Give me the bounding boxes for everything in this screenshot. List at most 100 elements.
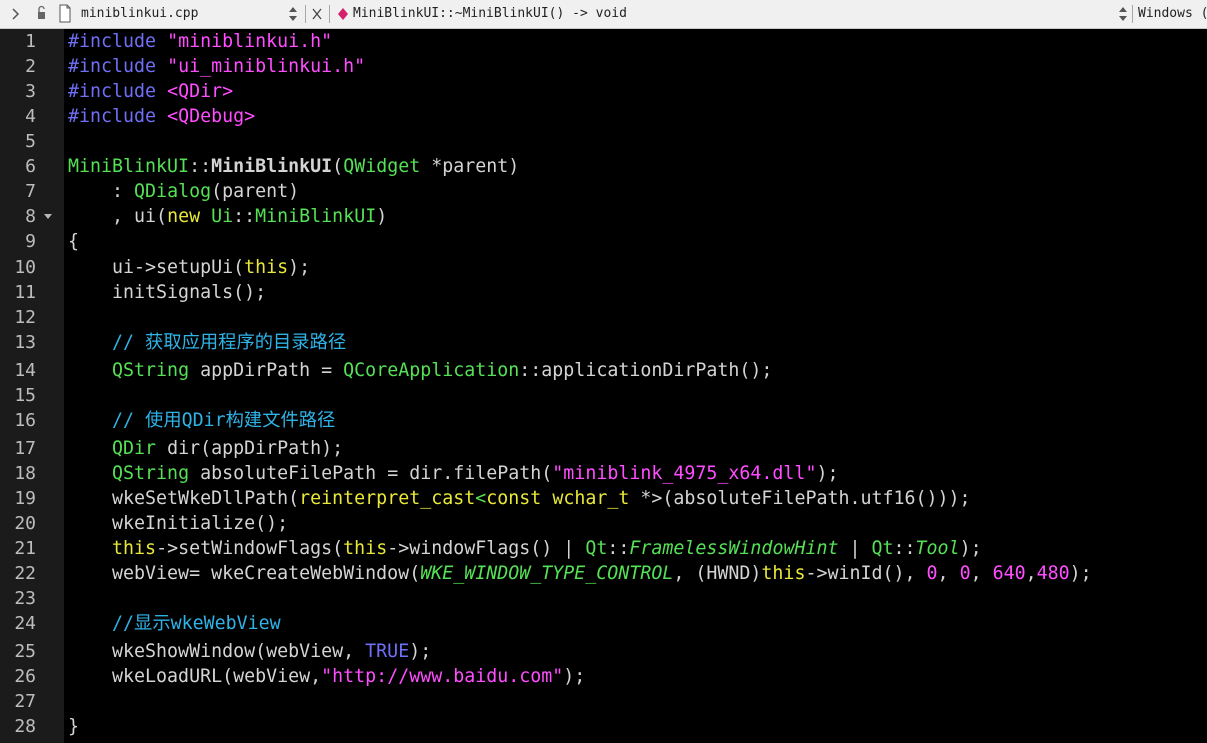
line-number: 8 <box>25 206 36 227</box>
code-line: QString absoluteFilePath = dir.filePath(… <box>68 461 838 486</box>
updown-icon[interactable] <box>288 0 300 28</box>
code-token: wchar_t <box>552 488 630 509</box>
code-token: this <box>343 538 388 559</box>
code-token: Qt <box>585 538 608 559</box>
symbol-selector[interactable]: MiniBlinkUI::~MiniBlinkUI() -> void <box>353 0 1053 28</box>
code-token: Qt <box>871 538 894 559</box>
code-token: WKE_WINDOW_TYPE_CONTROL <box>420 563 674 584</box>
code-comment: // 使用QDir构建文件路径 <box>68 410 336 431</box>
code-comment: //显示wkeWebView <box>68 613 281 634</box>
symbol-diamond-icon <box>337 0 349 28</box>
code-token: <QDebug> <box>167 106 256 127</box>
chevron-right-icon[interactable] <box>11 0 23 28</box>
code-token: wkeLoadURL(webView, <box>68 666 322 687</box>
code-token: ); <box>1069 563 1092 584</box>
line-number: 20 <box>14 513 36 534</box>
line-number: 23 <box>14 588 36 609</box>
code-token: this <box>761 563 806 584</box>
code-token: ); <box>816 463 839 484</box>
code-token: ); <box>409 641 432 662</box>
close-icon[interactable] <box>311 0 323 28</box>
code-token: QWidget <box>343 156 421 177</box>
code-line: QString appDirPath = QCoreApplication::a… <box>68 358 772 383</box>
code-token: #include <box>68 81 157 102</box>
code-token: #include <box>68 106 157 127</box>
updown-icon[interactable] <box>1118 0 1130 28</box>
code-token: 640 <box>992 563 1026 584</box>
code-token: this <box>244 257 289 278</box>
code-token: :: <box>233 206 256 227</box>
code-line: wkeInitialize(); <box>68 513 289 534</box>
line-number: 27 <box>14 691 36 712</box>
line-number: 9 <box>25 231 36 252</box>
code-line: , ui(new Ui::MiniBlinkUI) <box>68 204 387 229</box>
code-token: MiniBlinkUI <box>211 156 333 177</box>
code-token: QString <box>112 463 190 484</box>
toolbar-divider <box>305 5 306 23</box>
code-token: TRUE <box>365 641 410 662</box>
code-token: #include <box>68 31 157 52</box>
line-number: 15 <box>14 385 36 406</box>
code-token: this <box>112 538 157 559</box>
code-line: MiniBlinkUI::MiniBlinkUI(QWidget *parent… <box>68 154 519 179</box>
code-token: "http://www.baidu.com" <box>321 666 564 687</box>
line-number: 18 <box>14 463 36 484</box>
code-token: FramelessWindowHint <box>629 538 839 559</box>
code-token: (parent) <box>211 181 300 202</box>
code-token: new <box>167 206 201 227</box>
lock-icon[interactable] <box>35 0 49 28</box>
code-line: : QDialog(parent) <box>68 179 299 204</box>
code-line: QDir dir(appDirPath); <box>68 436 343 461</box>
code-token: webView= wkeCreateWebWindow( <box>68 563 421 584</box>
editor-toolbar: miniblinkui.cpp MiniBlinkUI::~MiniBlinkU… <box>0 0 1207 29</box>
code-token: const <box>486 488 542 509</box>
line-number: 5 <box>25 131 36 152</box>
code-editor[interactable]: #include "miniblinkui.h" #include "ui_mi… <box>64 29 1207 743</box>
open-file-selector[interactable]: miniblinkui.cpp <box>81 0 281 28</box>
code-token: QDir <box>112 438 157 459</box>
code-line: #include <QDir> <box>68 79 233 104</box>
code-token: 0 <box>959 563 971 584</box>
code-token: , <box>937 563 960 584</box>
line-number: 28 <box>14 716 36 737</box>
code-token: *parent) <box>420 156 520 177</box>
code-token: wkeShowWindow(webView, <box>68 641 366 662</box>
code-line: initSignals(); <box>68 282 267 303</box>
code-token: ::applicationDirPath(); <box>519 360 773 381</box>
code-line: #include "ui_miniblinkui.h" <box>68 54 365 79</box>
code-token: reinterpret_cast <box>299 488 476 509</box>
code-token: absoluteFilePath = dir.filePath( <box>189 463 553 484</box>
code-token: , ui( <box>68 206 168 227</box>
line-number: 1 <box>25 31 36 52</box>
code-token: : <box>68 181 135 202</box>
code-token: ( <box>332 156 344 177</box>
line-number: 3 <box>25 81 36 102</box>
code-token: "miniblinkui.h" <box>167 31 333 52</box>
line-number: 14 <box>14 360 36 381</box>
line-number: 22 <box>14 563 36 584</box>
line-number-gutter: 1 2 3 4 5 6 7 8 9 10 11 12 13 14 15 16 1… <box>0 29 64 743</box>
code-token: :: <box>189 156 212 177</box>
line-number: 13 <box>14 332 36 353</box>
code-token: appDirPath = <box>189 360 344 381</box>
code-token: , <box>970 563 993 584</box>
code-token: ); <box>959 538 982 559</box>
line-ending-selector[interactable]: Windows ( <box>1138 0 1207 28</box>
line-number: 6 <box>25 156 36 177</box>
code-line: wkeLoadURL(webView,"http://www.baidu.com… <box>68 664 585 689</box>
line-number: 25 <box>14 641 36 662</box>
line-number: 11 <box>14 282 36 303</box>
code-token: QDialog <box>134 181 212 202</box>
code-token: QString <box>112 360 190 381</box>
code-line: wkeSetWkeDllPath(reinterpret_cast<const … <box>68 486 971 511</box>
code-token: "miniblink_4975_x64.dll" <box>552 463 817 484</box>
code-token: ->winId(), <box>805 563 927 584</box>
code-token: <QDir> <box>167 81 234 102</box>
fold-arrow-icon[interactable] <box>44 214 52 219</box>
code-token: | <box>838 538 872 559</box>
code-token: Ui <box>211 206 234 227</box>
line-number: 2 <box>25 56 36 77</box>
